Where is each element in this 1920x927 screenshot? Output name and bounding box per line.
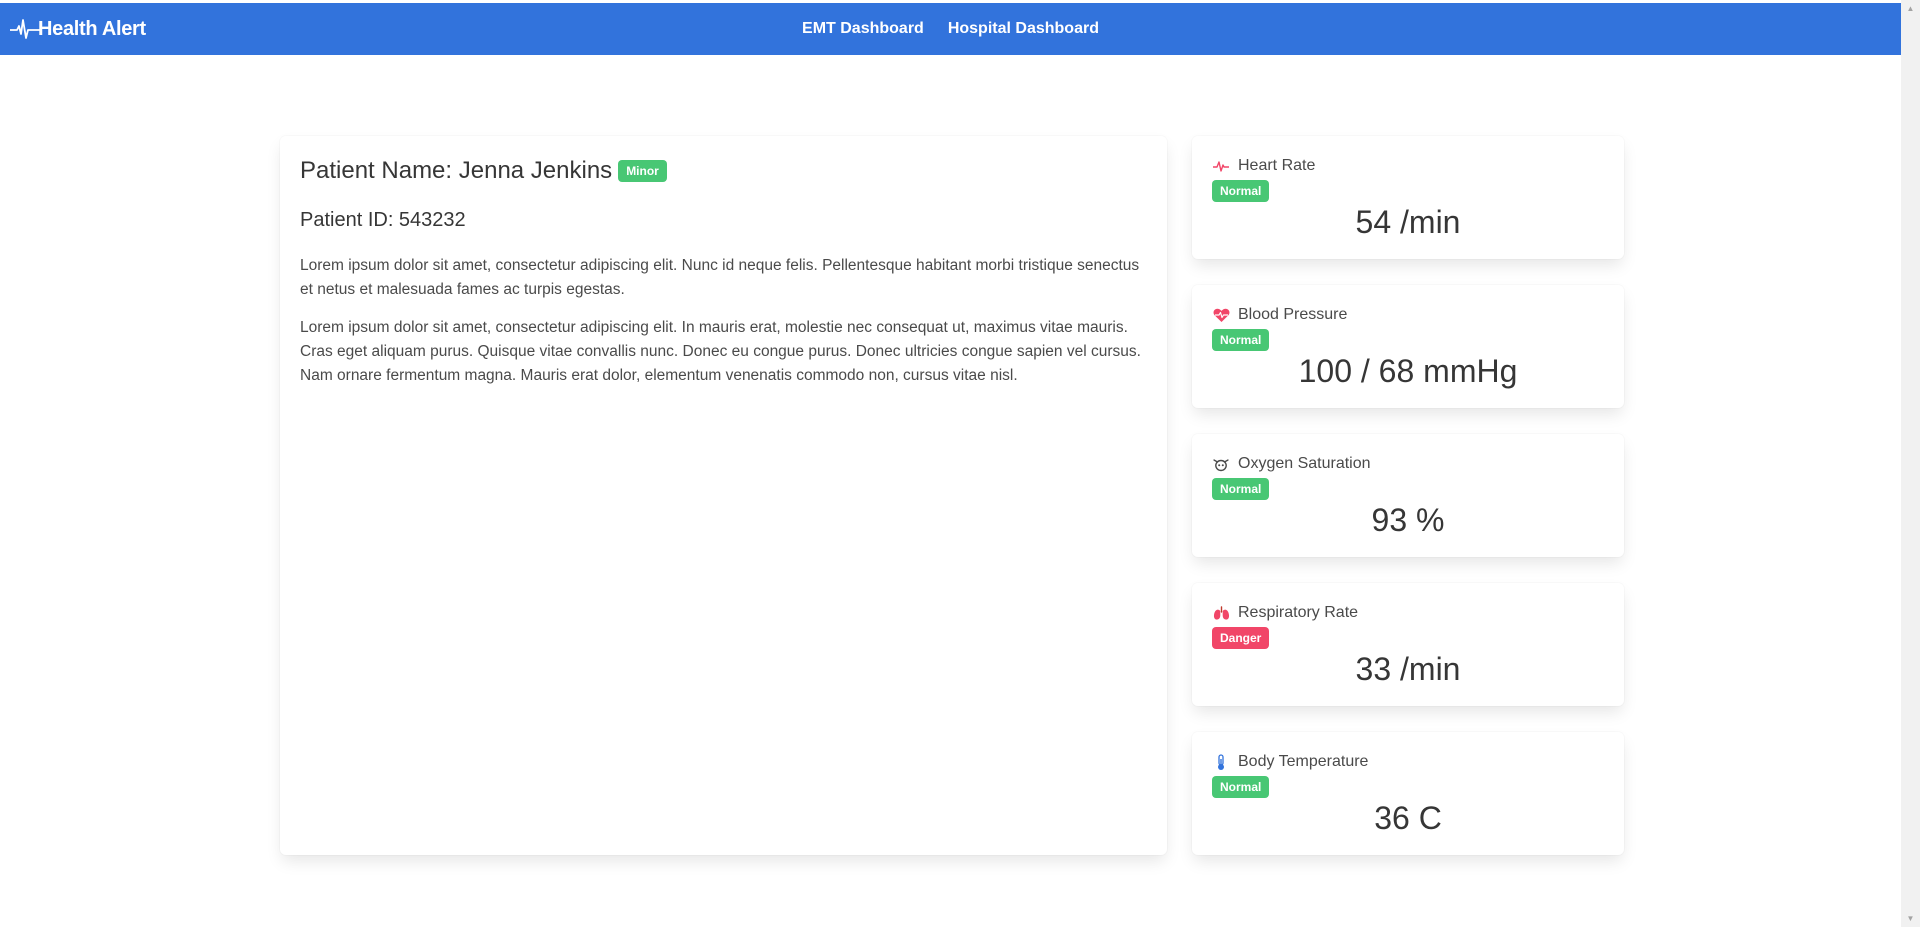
nav-emt-dashboard[interactable]: EMT Dashboard bbox=[802, 20, 924, 38]
vital-label: Respiratory Rate bbox=[1238, 604, 1359, 621]
vital-status-badge: Normal bbox=[1212, 478, 1270, 500]
pulse-line-icon bbox=[10, 19, 40, 39]
lungs-icon bbox=[1212, 604, 1230, 622]
brand-logo[interactable]: Health Alert bbox=[10, 3, 146, 55]
patient-id: Patient ID: 543232 bbox=[300, 209, 466, 231]
severity-badge: Minor bbox=[618, 160, 667, 182]
brand-name: Health Alert bbox=[38, 17, 146, 40]
heart-pulse-icon bbox=[1212, 306, 1230, 324]
vital-status-badge: Normal bbox=[1212, 776, 1270, 798]
thermometer-icon bbox=[1212, 753, 1230, 771]
vital-status-badge: Normal bbox=[1212, 180, 1270, 202]
vital-value: 100 / 68 mmHg bbox=[1298, 353, 1518, 389]
vital-card-respiratory-rate: Respiratory Rate Danger 33 /min bbox=[1192, 583, 1624, 706]
patient-notes-paragraph: Lorem ipsum dolor sit amet, consectetur … bbox=[300, 257, 1140, 299]
vital-label: Oxygen Saturation bbox=[1238, 455, 1371, 472]
top-navbar: Health Alert EMT Dashboard Hospital Dash… bbox=[0, 3, 1901, 55]
patient-name-heading: Patient Name: Jenna Jenkins Minor bbox=[300, 156, 1147, 186]
patient-notes-paragraph: Lorem ipsum dolor sit amet, consectetur … bbox=[300, 319, 1141, 385]
patient-card: Patient Name: Jenna Jenkins Minor Patien… bbox=[280, 136, 1167, 855]
vital-card-heart-rate: Heart Rate Normal 54 /min bbox=[1192, 136, 1624, 259]
scroll-up-arrow-icon[interactable]: ▲ bbox=[1901, 0, 1920, 17]
vital-status-badge: Danger bbox=[1212, 627, 1270, 649]
vital-card-oxygen-saturation: Oxygen Saturation Normal 93 % bbox=[1192, 434, 1624, 557]
vertical-scrollbar[interactable]: ▲ ▼ bbox=[1901, 0, 1920, 927]
vital-value: 36 C bbox=[1374, 800, 1442, 836]
vital-value: 33 /min bbox=[1355, 651, 1461, 687]
vital-status-badge: Normal bbox=[1212, 329, 1270, 351]
vital-label: Body Temperature bbox=[1238, 753, 1369, 770]
nav-links: EMT Dashboard Hospital Dashboard bbox=[0, 3, 1901, 55]
vital-card-body-temperature: Body Temperature Normal 36 C bbox=[1192, 732, 1624, 855]
vital-value: 54 /min bbox=[1355, 204, 1461, 240]
heart-rate-icon bbox=[1212, 157, 1230, 175]
vital-card-blood-pressure: Blood Pressure Normal 100 / 68 mmHg bbox=[1192, 285, 1624, 408]
vital-label: Blood Pressure bbox=[1238, 306, 1348, 323]
scroll-down-arrow-icon[interactable]: ▼ bbox=[1901, 910, 1920, 927]
oxygen-mask-icon bbox=[1212, 455, 1230, 473]
vital-value: 93 % bbox=[1371, 502, 1445, 538]
vital-label: Heart Rate bbox=[1238, 157, 1316, 174]
nav-hospital-dashboard[interactable]: Hospital Dashboard bbox=[948, 20, 1099, 38]
patient-name: Patient Name: Jenna Jenkins bbox=[300, 157, 613, 184]
